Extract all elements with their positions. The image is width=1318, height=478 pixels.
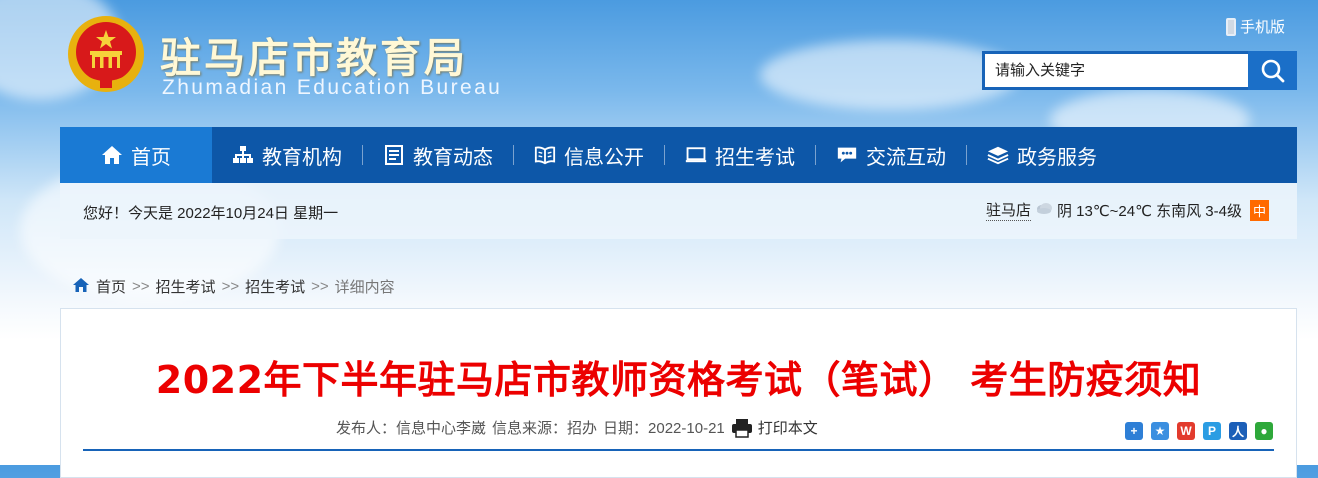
article-divider — [83, 449, 1274, 451]
breadcrumb-separator: >> — [311, 278, 329, 295]
cloudy-weather-icon — [1035, 201, 1053, 219]
nav-item-label: 政务服务 — [1017, 146, 1097, 169]
nav-separator — [815, 145, 816, 165]
breadcrumb-link-admissions[interactable]: 招生考试 — [156, 276, 216, 297]
breadcrumb-link-admissions-sub[interactable]: 招生考试 — [245, 276, 305, 297]
nav-item-institutions[interactable]: 教育机构 — [232, 127, 342, 183]
breadcrumb-home-link[interactable]: 首页 — [96, 276, 126, 297]
weather-city-link[interactable]: 驻马店 — [985, 199, 1031, 221]
breadcrumb-separator: >> — [132, 278, 150, 295]
layers-icon — [987, 144, 1009, 166]
news-icon — [383, 144, 405, 166]
nav-separator — [362, 145, 363, 165]
breadcrumb-separator: >> — [221, 278, 240, 295]
article-panel: 2022年下半年驻马店市教师资格考试（笔试） 考生防疫须知 发布人：信息中心李崴… — [60, 308, 1297, 478]
nav-separator — [513, 145, 514, 165]
site-subtitle: Zhumadian Education Bureau — [162, 76, 503, 99]
nav-item-label: 招生考试 — [715, 146, 795, 169]
nav-item-home[interactable]: 首页 — [60, 127, 212, 183]
nav-item-services[interactable]: 政务服务 — [987, 127, 1097, 183]
print-label: 打印本文 — [757, 420, 818, 437]
info-bar: 您好！今天是 2022年10月24日 星期一 驻马店 阴 13℃~24℃ 东南风… — [60, 183, 1297, 239]
share-more-icon[interactable]: + — [1125, 422, 1143, 440]
nav-item-news[interactable]: 教育动态 — [383, 127, 493, 183]
nav-item-label: 教育动态 — [413, 146, 493, 169]
weather-text: 阴 13℃~24℃ 东南风 3-4级 — [1056, 202, 1242, 220]
org-chart-icon — [232, 144, 254, 166]
cloud-decoration — [760, 40, 1020, 110]
article-date: 日期：2022-10-21 — [603, 420, 725, 437]
breadcrumb-current: 详细内容 — [334, 279, 395, 296]
breadcrumb: 首页 >> 招生考试 >> 招生考试 >> 详细内容 — [72, 276, 395, 297]
article-meta: 发布人：信息中心李崴 信息来源：招办 日期：2022-10-21 打印本文 — [336, 417, 818, 438]
home-icon — [72, 277, 90, 297]
home-icon — [101, 144, 123, 166]
search-button[interactable] — [1248, 51, 1297, 90]
phone-icon — [1226, 17, 1236, 36]
search-input[interactable] — [982, 51, 1248, 90]
search-icon — [1261, 59, 1284, 82]
share-wechat-icon[interactable]: ● — [1255, 422, 1273, 440]
article-title: 2022年下半年驻马店市教师资格考试（笔试） 考生防疫须知 — [155, 358, 1202, 402]
nav-item-label: 信息公开 — [564, 146, 644, 169]
main-nav: 首页 教育机构 教育动态 信息公开 招生考试 交流互动 政务服务 — [60, 127, 1297, 183]
book-icon — [534, 144, 556, 166]
article-source: 信息来源：招办 — [492, 420, 598, 437]
mobile-version-label: 手机版 — [1240, 19, 1286, 36]
share-qzone-icon[interactable]: ★ — [1151, 422, 1169, 440]
air-quality-badge: 中 — [1249, 199, 1269, 221]
nav-separator — [966, 145, 967, 165]
print-button[interactable]: 打印本文 — [731, 417, 818, 438]
date-greeting: 您好！今天是 2022年10月24日 星期一 — [83, 205, 339, 222]
share-bar: + ★ W P 人 ● — [1125, 422, 1273, 440]
share-weibo-icon[interactable]: W — [1177, 422, 1195, 440]
nav-item-label: 首页 — [131, 146, 171, 169]
monitor-icon — [685, 144, 707, 166]
chat-icon — [836, 144, 858, 166]
mobile-version-link[interactable]: 手机版 — [1226, 16, 1285, 37]
national-emblem-logo — [66, 14, 146, 94]
nav-item-disclosure[interactable]: 信息公开 — [534, 127, 644, 183]
weather-widget: 驻马店 阴 13℃~24℃ 东南风 3-4级 中 — [985, 199, 1269, 221]
nav-separator — [664, 145, 665, 165]
share-renren-icon[interactable]: 人 — [1229, 422, 1247, 440]
article-publisher: 发布人：信息中心李崴 — [336, 420, 487, 437]
search-box — [982, 51, 1297, 90]
share-tencent-weibo-icon[interactable]: P — [1203, 422, 1221, 440]
nav-item-label: 教育机构 — [262, 146, 342, 169]
nav-item-interaction[interactable]: 交流互动 — [836, 127, 946, 183]
nav-item-admissions[interactable]: 招生考试 — [685, 127, 795, 183]
nav-item-label: 交流互动 — [866, 146, 946, 169]
printer-icon — [731, 418, 752, 438]
site-title: 驻马店市教育局 — [160, 34, 468, 82]
